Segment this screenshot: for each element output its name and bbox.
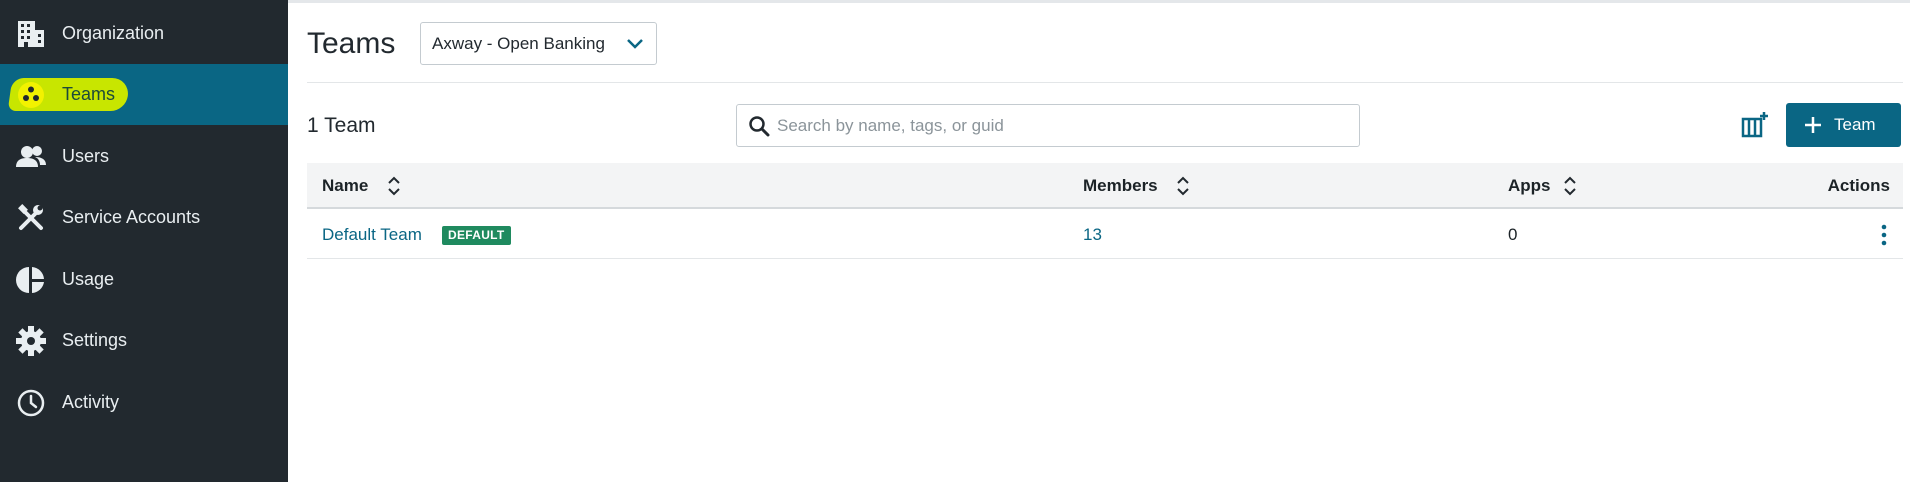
org-select-value: Axway - Open Banking <box>432 33 605 53</box>
team-count: 1 Team <box>307 114 376 137</box>
table-header: Name Members Apps Actions <box>307 163 1903 209</box>
search-box <box>736 104 1360 147</box>
header-divider <box>307 82 1903 83</box>
sidebar-item-label: Organization <box>62 23 165 43</box>
sidebar-item-label: Activity <box>62 392 120 412</box>
column-header-name[interactable]: Name <box>322 176 368 196</box>
pie-chart-icon <box>15 264 47 296</box>
sort-icon[interactable] <box>1563 175 1577 202</box>
sidebar-item-label: Teams <box>62 84 116 104</box>
table-row: Default Team DEFAULT 13 0 <box>307 211 1903 259</box>
manage-columns-icon[interactable] <box>1740 110 1770 140</box>
search-icon <box>748 115 770 142</box>
chevron-down-icon <box>624 33 646 60</box>
add-team-label: Team <box>1834 115 1876 134</box>
sidebar-item-label: Usage <box>62 269 115 289</box>
column-header-apps[interactable]: Apps <box>1508 176 1551 196</box>
sort-icon[interactable] <box>1176 175 1190 202</box>
team-name-link[interactable]: Default Team <box>322 225 422 245</box>
sidebar-item-label: Settings <box>62 330 128 350</box>
column-header-members[interactable]: Members <box>1083 176 1158 196</box>
tools-icon <box>15 202 47 234</box>
gear-icon <box>15 325 47 357</box>
users-icon <box>15 141 47 173</box>
sidebar-item-users[interactable]: Users <box>0 126 288 187</box>
sidebar-item-service-accounts[interactable]: Service Accounts <box>0 187 288 248</box>
page-title: Teams <box>307 27 396 60</box>
teams-icon <box>15 79 47 111</box>
sidebar-item-settings[interactable]: Settings <box>0 310 288 371</box>
more-actions-icon[interactable] <box>1879 224 1889 246</box>
plus-icon <box>1804 116 1822 139</box>
default-badge: DEFAULT <box>442 226 511 245</box>
sidebar-item-label: Users <box>62 146 110 166</box>
clock-icon <box>15 387 47 419</box>
sort-icon[interactable] <box>387 175 401 202</box>
sidebar-item-activity[interactable]: Activity <box>0 372 288 433</box>
sidebar-item-organization[interactable]: Organization <box>0 3 288 64</box>
members-count-link[interactable]: 13 <box>1083 225 1102 245</box>
add-team-button[interactable]: Team <box>1786 103 1901 147</box>
apps-count: 0 <box>1508 225 1518 244</box>
building-icon <box>15 18 47 50</box>
sidebar-item-label: Service Accounts <box>62 207 201 227</box>
app-root: Organization Teams Users Service Account <box>0 0 1910 482</box>
org-select-dropdown[interactable]: Axway - Open Banking <box>420 22 657 65</box>
column-header-actions: Actions <box>1827 176 1890 195</box>
top-divider <box>288 0 1910 3</box>
sidebar-item-teams[interactable]: Teams <box>0 64 288 125</box>
sidebar-item-usage[interactable]: Usage <box>0 249 288 310</box>
sidebar: Organization Teams Users Service Account <box>0 0 288 482</box>
search-input[interactable] <box>777 113 1347 139</box>
